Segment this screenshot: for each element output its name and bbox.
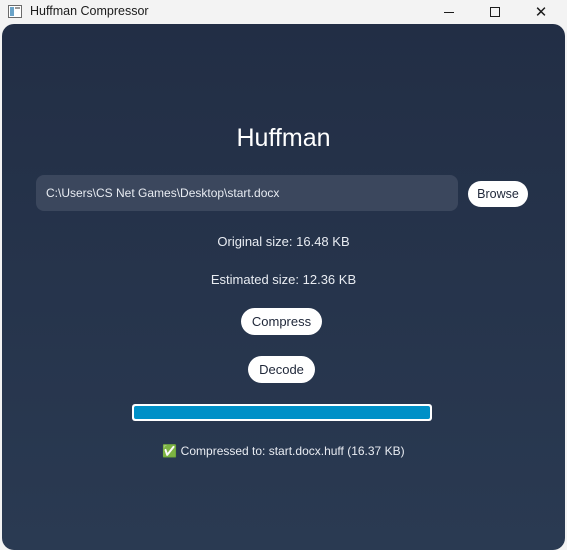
main-panel: Huffman Browse Original size: 16.48 KB E…	[2, 24, 565, 550]
maximize-button[interactable]	[472, 0, 518, 24]
minimize-button[interactable]	[426, 0, 472, 24]
window-title: Huffman Compressor	[30, 4, 149, 18]
browse-button[interactable]: Browse	[468, 181, 528, 207]
file-path-input[interactable]	[36, 175, 458, 211]
close-button[interactable]: ✕	[518, 0, 564, 24]
compress-button[interactable]: Compress	[241, 308, 322, 335]
decode-button[interactable]: Decode	[248, 356, 315, 383]
app-heading: Huffman	[236, 124, 331, 152]
title-bar: Huffman Compressor ✕	[0, 0, 567, 24]
close-icon: ✕	[534, 3, 548, 21]
progress-bar	[132, 404, 432, 421]
original-size-label: Original size: 16.48 KB	[217, 234, 350, 249]
status-message: ✅ Compressed to: start.docx.huff (16.37 …	[162, 444, 405, 458]
minimize-icon	[444, 11, 454, 13]
app-icon	[8, 5, 22, 18]
estimated-size-label: Estimated size: 12.36 KB	[210, 272, 357, 287]
progress-bar-fill	[134, 406, 430, 419]
maximize-icon	[490, 7, 500, 17]
